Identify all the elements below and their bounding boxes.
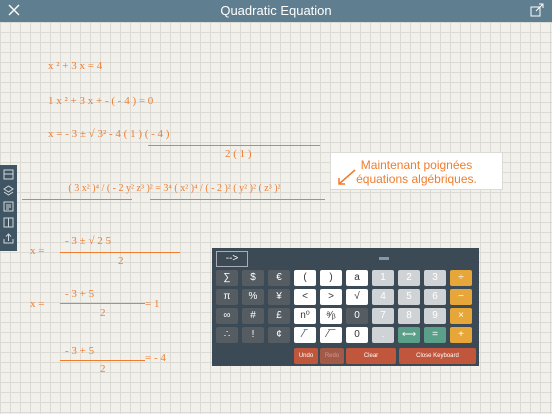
key-1-5[interactable]: √ xyxy=(346,289,368,305)
undo-button[interactable]: Undo xyxy=(294,348,318,364)
key-3-3[interactable]: ⁄‾ xyxy=(294,327,316,343)
key-0-9[interactable]: ÷ xyxy=(450,270,472,286)
equation-5-denominator[interactable]: 2 xyxy=(118,255,124,267)
equation-6-lhs: x = xyxy=(30,298,45,310)
key-0-3[interactable]: ( xyxy=(294,270,316,286)
key-0-7[interactable]: 2 xyxy=(398,270,420,286)
key-1-1[interactable]: % xyxy=(242,289,264,305)
key-1-7[interactable]: 5 xyxy=(398,289,420,305)
key-3-4[interactable]: ⁄‾‾ xyxy=(320,327,342,343)
sidebar xyxy=(0,165,17,251)
key-1-9[interactable]: − xyxy=(450,289,472,305)
key-0-4[interactable]: ) xyxy=(320,270,342,286)
key-1-6[interactable]: 4 xyxy=(372,289,394,305)
key-3-6[interactable]: . xyxy=(372,327,394,343)
key-2-9[interactable]: × xyxy=(450,308,472,324)
equation-1[interactable]: x ² + 3 x = 4 xyxy=(48,60,102,72)
key-3-0[interactable]: ∴ xyxy=(216,327,238,343)
key-1-3[interactable]: < xyxy=(294,289,316,305)
equation-6-numerator[interactable]: - 3 + 5 xyxy=(65,288,94,300)
key-0-2[interactable]: € xyxy=(268,270,290,286)
fraction-bar xyxy=(150,199,325,200)
key-1-8[interactable]: 6 xyxy=(424,289,446,305)
key-1-0[interactable]: π xyxy=(216,289,238,305)
equation-6-rhs[interactable]: = 1 xyxy=(145,298,159,310)
key-2-7[interactable]: 8 xyxy=(398,308,420,324)
key-0-5[interactable]: a xyxy=(346,270,368,286)
key-2-1[interactable]: # xyxy=(242,308,264,324)
fraction-bar xyxy=(60,303,145,304)
math-keyboard: --> ∑ $ €() a 1 2 3 ÷ π% ¥ < > √ 4 5 6− ∞ # £ n⁰ ᵃ⁄ᵦ 0 7 8 9 × ∴! ¢… xyxy=(212,248,479,366)
key-2-5[interactable]: 0 xyxy=(346,308,368,324)
key-0-1[interactable]: $ xyxy=(242,270,264,286)
arrow-icon xyxy=(338,169,356,185)
key-2-3[interactable]: n⁰ xyxy=(294,308,316,324)
equation-7-rhs[interactable]: = - 4 xyxy=(145,352,166,364)
key-3-1[interactable]: ! xyxy=(242,327,264,343)
key-2-8[interactable]: 9 xyxy=(424,308,446,324)
key-3-2[interactable]: ¢ xyxy=(268,327,290,343)
key-1-4[interactable]: > xyxy=(320,289,342,305)
equation-5-lhs: x = xyxy=(30,245,45,257)
fraction-bar xyxy=(148,145,320,146)
clear-button[interactable]: Clear xyxy=(346,348,396,364)
upload-icon[interactable] xyxy=(3,233,14,244)
window-icon[interactable] xyxy=(3,217,14,228)
layers-icon[interactable] xyxy=(3,185,14,196)
keyboard-arrow-button[interactable]: --> xyxy=(216,251,248,267)
title-bar: Quadratic Equation xyxy=(0,0,552,22)
equation-7-denominator[interactable]: 2 xyxy=(100,363,106,375)
key-3-8[interactable]: = xyxy=(424,327,446,343)
key-3-5[interactable]: 0 xyxy=(346,327,368,343)
key-3-9[interactable]: + xyxy=(450,327,472,343)
equation-7-numerator[interactable]: - 3 + 5 xyxy=(65,345,94,357)
key-3-7[interactable]: ⟷ xyxy=(398,327,420,343)
key-2-0[interactable]: ∞ xyxy=(216,308,238,324)
equation-2[interactable]: 1 x ² + 3 x + - ( - 4 ) = 0 xyxy=(48,95,153,107)
fraction-bar xyxy=(60,360,145,361)
key-2-4[interactable]: ᵃ⁄ᵦ xyxy=(320,308,342,324)
key-0-8[interactable]: 3 xyxy=(424,270,446,286)
key-1-2[interactable]: ¥ xyxy=(268,289,290,305)
key-2-2[interactable]: £ xyxy=(268,308,290,324)
redo-button[interactable]: Redo xyxy=(320,348,344,364)
close-keyboard-button[interactable]: Close Keyboard xyxy=(399,348,476,364)
equation-3-denominator[interactable]: 2 ( 1 ) xyxy=(225,148,252,160)
frame-icon[interactable] xyxy=(3,169,14,180)
key-0-6[interactable]: 1 xyxy=(372,270,394,286)
page-title: Quadratic Equation xyxy=(220,3,332,18)
equation-3-numerator[interactable]: x = - 3 ± √ 3² - 4 ( 1 ) ( - 4 ) xyxy=(48,128,169,140)
keyboard-handle[interactable] xyxy=(379,257,389,260)
share-icon[interactable] xyxy=(530,3,544,17)
equation-4[interactable]: ( 3 x² )⁴ / ( - 2 y² z³ )² = 3⁴ ( x² )⁴ … xyxy=(22,183,327,194)
fraction-bar xyxy=(60,252,180,253)
fraction-bar xyxy=(22,199,132,200)
notes-icon[interactable] xyxy=(3,201,14,212)
equation-5-numerator[interactable]: - 3 ± √ 2 5 xyxy=(65,235,111,247)
key-2-6[interactable]: 7 xyxy=(372,308,394,324)
key-0-0[interactable]: ∑ xyxy=(216,270,238,286)
equation-6-denominator[interactable]: 2 xyxy=(100,307,106,319)
